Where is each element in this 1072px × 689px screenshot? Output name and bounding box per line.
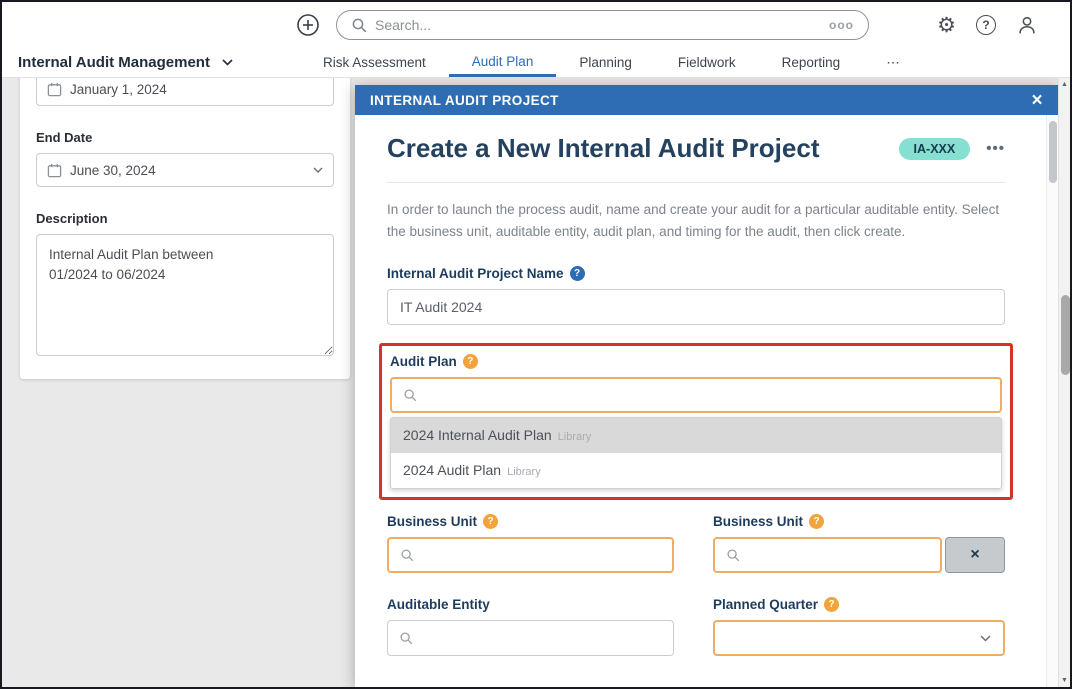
option-2024-audit-plan[interactable]: 2024 Audit Plan Library [391,453,1001,488]
search-icon [726,548,740,562]
quick-create-button[interactable] [296,13,320,37]
calendar-icon [47,82,62,97]
planned-quarter-select[interactable] [713,620,1005,656]
nav-bar: Internal Audit Management Risk Assessmen… [2,48,1070,78]
chevron-down-icon [980,635,991,642]
option-label: 2024 Audit Plan [403,462,501,478]
nav-tabs: Risk Assessment Audit Plan Planning Fiel… [300,48,923,77]
option-suffix: Library [558,431,592,443]
help-icon-business-unit[interactable]: ? [809,514,824,529]
planned-quarter-label: Planned Quarter [713,597,818,612]
modal-title-row: Create a New Internal Audit Project IA-X… [387,133,1005,164]
help-icon-audit-plan[interactable]: ? [463,354,478,369]
tab-reporting[interactable]: Reporting [759,48,864,77]
topbar-actions: ⚙ ? [937,14,1038,36]
clear-button[interactable]: × [945,537,1005,573]
divider [387,182,1005,183]
business-unit-search-input-2[interactable] [748,547,929,563]
project-name-input[interactable] [387,289,1005,325]
option-2024-internal-audit-plan[interactable]: 2024 Internal Audit Plan Library [391,418,1001,453]
top-bar: ooo ⚙ ? [2,2,1070,48]
business-unit-left-cell: Business Unit ? [387,500,674,573]
auditable-entity-search-field[interactable] [387,620,674,656]
calendar-icon [47,163,62,178]
option-suffix: Library [507,466,541,478]
modal-header-title: INTERNAL AUDIT PROJECT [370,93,559,108]
modal-intro-text: In order to launch the process audit, na… [387,199,1005,242]
tab-audit-plan[interactable]: Audit Plan [449,48,557,77]
help-icon[interactable]: ? [976,15,996,35]
tab-more[interactable]: ⋯ [863,48,923,77]
description-textarea[interactable]: Internal Audit Plan between 01/2024 to 0… [36,234,334,356]
end-date-field[interactable]: June 30, 2024 [36,153,334,187]
chevron-down-icon [313,167,323,173]
content-area: January 1, 2024 End Date June 30, 2024 D… [2,78,1070,687]
app-window: ooo ⚙ ? Internal Audit Management Risk A… [0,0,1072,689]
tab-risk-assessment[interactable]: Risk Assessment [300,48,449,77]
app-switcher[interactable]: Internal Audit Management [18,48,300,77]
help-icon-planned-quarter[interactable]: ? [824,597,839,612]
modal-scrollbar[interactable] [1046,115,1058,687]
audit-plan-side-panel: January 1, 2024 End Date June 30, 2024 D… [20,78,350,379]
record-id-badge: IA-XXX [899,138,971,160]
search-icon [400,548,414,562]
internal-audit-project-modal: INTERNAL AUDIT PROJECT × Create a New In… [355,85,1058,687]
business-unit-search-input[interactable] [422,547,661,563]
option-label: 2024 Internal Audit Plan [403,427,552,443]
plus-icon [296,13,320,37]
chevron-down-icon [222,59,233,66]
search-icon [399,631,413,645]
auditable-entity-label: Auditable Entity [387,597,490,612]
search-icon [351,17,367,33]
scroll-down-icon[interactable]: ▼ [1059,677,1070,684]
form-grid: Business Unit ? [387,500,1005,656]
search-options-icon[interactable]: ooo [829,18,854,32]
user-profile-icon[interactable] [1016,14,1038,36]
description-label: Description [36,211,334,226]
business-unit-search-field[interactable] [387,537,674,573]
start-date-value: January 1, 2024 [70,82,167,97]
business-unit-search-field-2[interactable] [713,537,942,573]
search-icon [403,388,417,402]
scroll-up-icon[interactable]: ▲ [1059,81,1070,88]
audit-plan-search-input[interactable] [425,387,989,403]
business-unit-input-group: × [713,537,1005,573]
audit-plan-options: 2024 Internal Audit Plan Library 2024 Au… [390,417,1002,489]
settings-gear-icon[interactable]: ⚙ [937,15,956,36]
end-date-value: June 30, 2024 [70,163,156,178]
help-icon-business-unit[interactable]: ? [483,514,498,529]
window-scrollbar-thumb[interactable] [1061,295,1070,375]
help-icon-project-name[interactable]: ? [570,266,585,281]
page-title: Create a New Internal Audit Project [387,133,819,164]
end-date-label: End Date [36,130,334,145]
audit-plan-highlight: Audit Plan ? [379,343,1013,500]
modal-scrollbar-thumb[interactable] [1049,121,1057,183]
planned-quarter-cell: Planned Quarter ? [713,573,1005,656]
audit-plan-label: Audit Plan [390,354,457,369]
modal-body: Create a New Internal Audit Project IA-X… [355,115,1058,687]
business-unit-label: Business Unit [387,514,477,529]
more-options-icon[interactable]: ••• [986,140,1005,157]
global-search-box[interactable]: ooo [336,10,869,40]
auditable-entity-cell: Auditable Entity [387,573,674,656]
business-unit-label: Business Unit [713,514,803,529]
auditable-entity-search-input[interactable] [421,630,662,646]
tab-fieldwork[interactable]: Fieldwork [655,48,759,77]
tab-planning[interactable]: Planning [556,48,655,77]
app-title-label: Internal Audit Management [18,54,210,71]
project-name-label: Internal Audit Project Name [387,266,564,281]
window-scrollbar[interactable]: ▲ ▼ [1058,78,1070,687]
close-icon[interactable]: × [1032,91,1044,110]
audit-plan-search-field[interactable] [390,377,1002,413]
modal-header: INTERNAL AUDIT PROJECT × [355,85,1058,115]
business-unit-right-cell: Business Unit ? [713,500,1005,573]
start-date-field[interactable]: January 1, 2024 [36,78,334,106]
global-search-input[interactable] [375,17,821,33]
